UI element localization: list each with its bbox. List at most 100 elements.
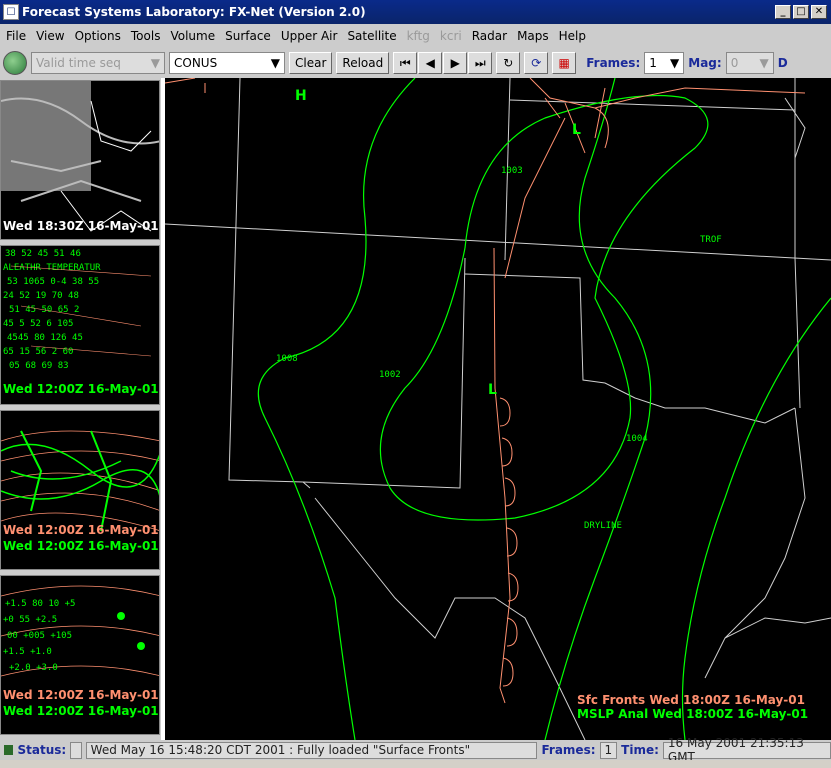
isobar-1004-label: 1004 [626, 434, 648, 444]
menu-help[interactable]: Help [559, 29, 586, 43]
menu-options[interactable]: Options [75, 29, 121, 43]
frames-select[interactable]: 1 ▼ [644, 52, 685, 74]
svg-text:+1.5 80 10 +5: +1.5 80 10 +5 [5, 599, 75, 609]
time-sequence-select[interactable]: Valid time seq ▼ [31, 52, 165, 74]
next-frame-button[interactable]: ▶ [443, 52, 468, 74]
region-select[interactable]: CONUS ▼ [169, 52, 285, 74]
menu-upper-air[interactable]: Upper Air [281, 29, 338, 43]
isobar-1004-line [544, 78, 652, 740]
status-bar: Status: Wed May 16 15:48:20 CDT 2001 : F… [0, 736, 831, 764]
thumbnail-upper-air-time-1: Wed 12:00Z 16-May-01 [3, 688, 159, 702]
svg-text:00 +005 +105: 00 +005 +105 [7, 631, 72, 641]
thumbnail-upper-air-time-2: Wed 12:00Z 16-May-01 [3, 704, 159, 718]
menu-tools[interactable]: Tools [131, 29, 161, 43]
menu-satellite[interactable]: Satellite [347, 29, 396, 43]
thumbnail-satellite[interactable]: Wed 18:30Z 16-May-01 [0, 80, 160, 240]
isobar-1002-label: 1002 [379, 370, 401, 380]
region-value: CONUS [174, 56, 218, 70]
toolbar: Valid time seq ▼ CONUS ▼ Clear Reload ⏮ ◀ … [0, 48, 831, 78]
menu-surface[interactable]: Surface [225, 29, 271, 43]
status-label: Status: [17, 743, 67, 757]
status-message: Wed May 16 15:48:20 CDT 2001 : Fully loa… [85, 741, 538, 759]
status-frames-value: 1 [599, 741, 618, 759]
menu-file[interactable]: File [6, 29, 26, 43]
svg-text:38 52 45 51 46: 38 52 45 51 46 [5, 249, 81, 259]
time-sequence-value: Valid time seq [36, 56, 121, 70]
svg-text:24 52 19 70 48: 24 52 19 70 48 [3, 291, 79, 301]
svg-text:4545 80 126 45: 4545 80 126 45 [7, 333, 83, 343]
state-borders [165, 78, 831, 740]
svg-text:+1.5 +1.0: +1.5 +1.0 [3, 647, 52, 657]
trough-line [493, 247, 496, 389]
window-bottom-edge [0, 760, 831, 768]
mag-select[interactable]: 0 ▼ [725, 52, 774, 74]
status-time-label: Time: [621, 743, 659, 757]
svg-text:+0 55 +2.5: +0 55 +2.5 [3, 615, 57, 625]
trough-label: TROF [700, 235, 722, 245]
chevron-down-icon: ▼ [270, 56, 280, 70]
menu-volume[interactable]: Volume [170, 29, 215, 43]
low-pressure-label-2: L [488, 382, 497, 398]
globe-icon[interactable] [3, 51, 27, 75]
isobar-east-line [681, 297, 831, 740]
status-time-value: 16 May 2001 21:35:13 GMT [662, 736, 831, 764]
fronts-legend: Sfc Fronts Wed 18:00Z 16-May-01 [577, 693, 805, 707]
svg-text:05 68 69 83: 05 68 69 83 [9, 361, 69, 371]
occluded-front-line [504, 107, 609, 279]
main-map[interactable]: H L L 1003 1008 1002 1004 TROF DRYLINE S… [165, 78, 831, 740]
extra-label: D [777, 56, 788, 70]
chevron-down-icon: ▼ [670, 56, 680, 70]
menu-kftg[interactable]: kftg [407, 29, 430, 43]
dryline-label: DRYLINE [584, 521, 622, 531]
front-nw [165, 78, 206, 93]
svg-text:+2.0 +3.0: +2.0 +3.0 [9, 663, 58, 673]
status-frames-label: Frames: [541, 743, 596, 757]
rock-loop-icon[interactable]: ⟳ [524, 52, 549, 74]
coast [724, 617, 831, 639]
cold-front-line [529, 78, 806, 109]
status-toggle-icon[interactable] [70, 741, 82, 759]
border-ar [794, 78, 801, 409]
status-indicator-icon [4, 745, 14, 755]
thumbnail-contours-time-1: Wed 12:00Z 16-May-01 [3, 523, 159, 537]
menu-kcri[interactable]: kcri [440, 29, 462, 43]
thumbnail-surface-obs[interactable]: 38 52 45 51 46 ALEATHR TEMPERATUR 53 106… [0, 245, 160, 405]
mag-label: Mag: [688, 56, 722, 70]
isobar-1003-label: 1003 [501, 166, 523, 176]
minimize-button[interactable]: _ [775, 5, 791, 19]
loop-button[interactable]: ↻ [496, 52, 521, 74]
chevron-down-icon: ▼ [150, 56, 160, 70]
window-title: Forecast Systems Laboratory: FX-Net (Ver… [22, 5, 366, 19]
title-bar: ☐ Forecast Systems Laboratory: FX-Net (V… [0, 0, 831, 24]
isobar-1008-label: 1008 [276, 354, 298, 364]
thumbnail-surface-time: Wed 12:00Z 16-May-01 [3, 382, 159, 396]
thumbnail-contours-time-2: Wed 12:00Z 16-May-01 [3, 539, 159, 553]
last-frame-button[interactable]: ⏭ [468, 52, 493, 74]
reload-button[interactable]: Reload [336, 52, 390, 74]
svg-text:53 1065 0-4 38 55: 53 1065 0-4 38 55 [7, 277, 99, 287]
border-tx-mx [314, 497, 586, 740]
thumbnail-satellite-time: Wed 18:30Z 16-May-01 [3, 219, 159, 233]
clear-button[interactable]: Clear [289, 52, 333, 74]
previous-frame-button[interactable]: ◀ [418, 52, 443, 74]
front-lines [165, 78, 806, 704]
first-frame-button[interactable]: ⏮ [393, 52, 418, 74]
low-pressure-label-1: L [572, 122, 581, 138]
menu-maps[interactable]: Maps [517, 29, 549, 43]
border-tx-la [704, 407, 806, 679]
dryline-line [494, 387, 511, 704]
thumbnail-contours[interactable]: Wed 12:00Z 16-May-01 Wed 12:00Z 16-May-0… [0, 410, 160, 570]
border-co-ne [165, 223, 831, 261]
menu-view[interactable]: View [36, 29, 64, 43]
close-button[interactable]: ✕ [811, 5, 827, 19]
svg-text:45 5 52 6 105: 45 5 52 6 105 [3, 319, 73, 329]
fx-app-icon: ☐ [3, 4, 19, 20]
maximize-button[interactable]: □ [793, 5, 809, 19]
frames-label: Frames: [586, 56, 641, 70]
menu-radar[interactable]: Radar [472, 29, 507, 43]
map-svg [165, 78, 831, 740]
isobar-lines [257, 78, 831, 740]
thumbnail-upper-air[interactable]: +1.5 80 10 +5 +0 55 +2.5 00 +005 +105 +1… [0, 575, 160, 735]
menu-bar: File View Options Tools Volume Surface U… [0, 26, 831, 46]
image-settings-icon[interactable]: ▦ [552, 52, 577, 74]
